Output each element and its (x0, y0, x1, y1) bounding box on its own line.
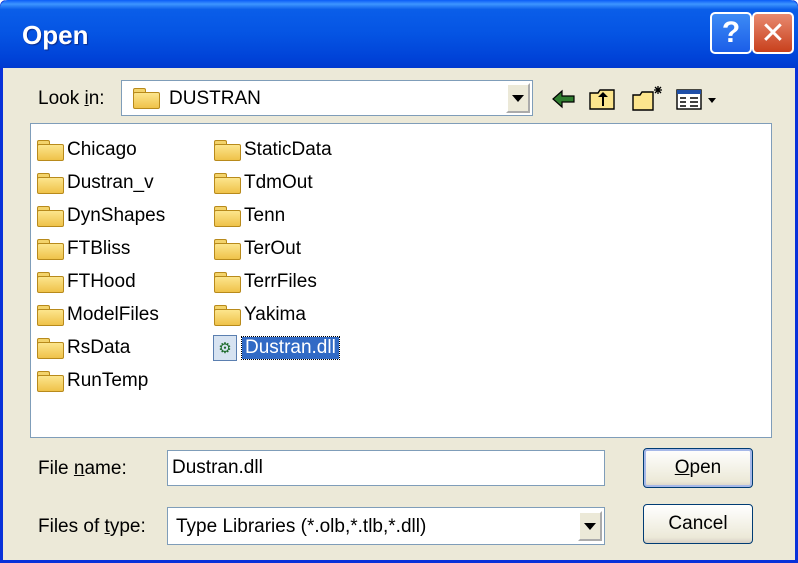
file-label: Dustran.dll (241, 336, 340, 360)
file-type-value: Type Libraries (*.olb,*.tlb,*.dll) (176, 516, 427, 537)
dll-file-icon: ⚙ (213, 335, 237, 361)
folder-label: RunTemp (67, 370, 149, 391)
folder-label: TerrFiles (244, 271, 317, 292)
look-in-dropdown[interactable]: DUSTRAN (121, 80, 533, 116)
folder-item[interactable]: TerrFiles (213, 267, 317, 297)
folder-label: RsData (67, 337, 131, 358)
folder-item[interactable]: StaticData (213, 135, 332, 165)
folder-icon (213, 272, 241, 293)
file-list[interactable]: Chicago Dustran_v DynShapes FTBliss FTHood Mo… (30, 123, 772, 438)
file-type-label: Files of type: (38, 516, 146, 537)
folder-label: FTBliss (67, 238, 131, 259)
folder-item[interactable]: ModelFiles (36, 300, 159, 330)
back-arrow-icon[interactable] (551, 84, 577, 114)
folder-item[interactable]: RsData (36, 333, 130, 363)
folder-icon (213, 305, 241, 326)
folder-label: Tenn (244, 205, 286, 226)
title-bar[interactable]: Open ? ✕ (0, 0, 798, 68)
file-name-label: File name: (38, 458, 127, 479)
file-type-dropdown[interactable]: Type Libraries (*.olb,*.tlb,*.dll) (167, 507, 605, 545)
window-title: Open (22, 20, 89, 50)
folder-icon (36, 140, 64, 161)
folder-item[interactable]: FTHood (36, 267, 136, 297)
cancel-button[interactable]: Cancel (643, 504, 753, 544)
folder-item[interactable]: Yakima (213, 300, 306, 330)
look-in-value: DUSTRAN (169, 88, 261, 109)
file-name-input[interactable]: Dustran.dll (167, 450, 605, 486)
folder-item[interactable]: FTBliss (36, 234, 130, 264)
folder-icon (213, 239, 241, 260)
folder-label: Chicago (67, 139, 137, 160)
folder-icon (213, 206, 241, 227)
folder-icon (213, 140, 241, 161)
folder-item[interactable]: TdmOut (213, 168, 313, 198)
folder-label: TdmOut (244, 172, 313, 193)
folder-icon (36, 239, 64, 260)
folder-icon (36, 206, 64, 227)
folder-icon (36, 272, 64, 293)
file-item-selected[interactable]: ⚙ Dustran.dll (213, 333, 340, 363)
chevron-down-icon[interactable] (506, 83, 530, 113)
folder-label: DynShapes (67, 205, 166, 226)
folder-icon (36, 305, 64, 326)
new-folder-icon[interactable] (631, 84, 665, 114)
folder-icon (36, 338, 64, 359)
folder-item[interactable]: Chicago (36, 135, 137, 165)
folder-item[interactable]: RunTemp (36, 366, 148, 396)
help-button[interactable]: ? (710, 12, 752, 54)
view-menu-icon[interactable] (675, 84, 723, 114)
folder-icon (213, 173, 241, 194)
look-in-label: Look in: (38, 88, 105, 109)
folder-label: Dustran_v (67, 172, 154, 193)
open-dialog: Open ? ✕ Look in: DUSTRAN Chicago Dustran… (0, 0, 798, 563)
folder-item[interactable]: TerOut (213, 234, 301, 264)
folder-item[interactable]: Tenn (213, 201, 285, 231)
folder-label: Yakima (244, 304, 306, 325)
folder-icon (132, 88, 160, 109)
open-button[interactable]: Open (643, 448, 753, 488)
up-folder-icon[interactable] (588, 84, 618, 114)
close-button[interactable]: ✕ (752, 12, 794, 54)
folder-icon (36, 173, 64, 194)
chevron-down-icon[interactable] (578, 511, 602, 541)
folder-item[interactable]: DynShapes (36, 201, 165, 231)
folder-label: StaticData (244, 139, 332, 160)
folder-icon (36, 371, 64, 392)
folder-label: ModelFiles (67, 304, 159, 325)
folder-label: FTHood (67, 271, 136, 292)
folder-item[interactable]: Dustran_v (36, 168, 154, 198)
folder-label: TerOut (244, 238, 302, 259)
